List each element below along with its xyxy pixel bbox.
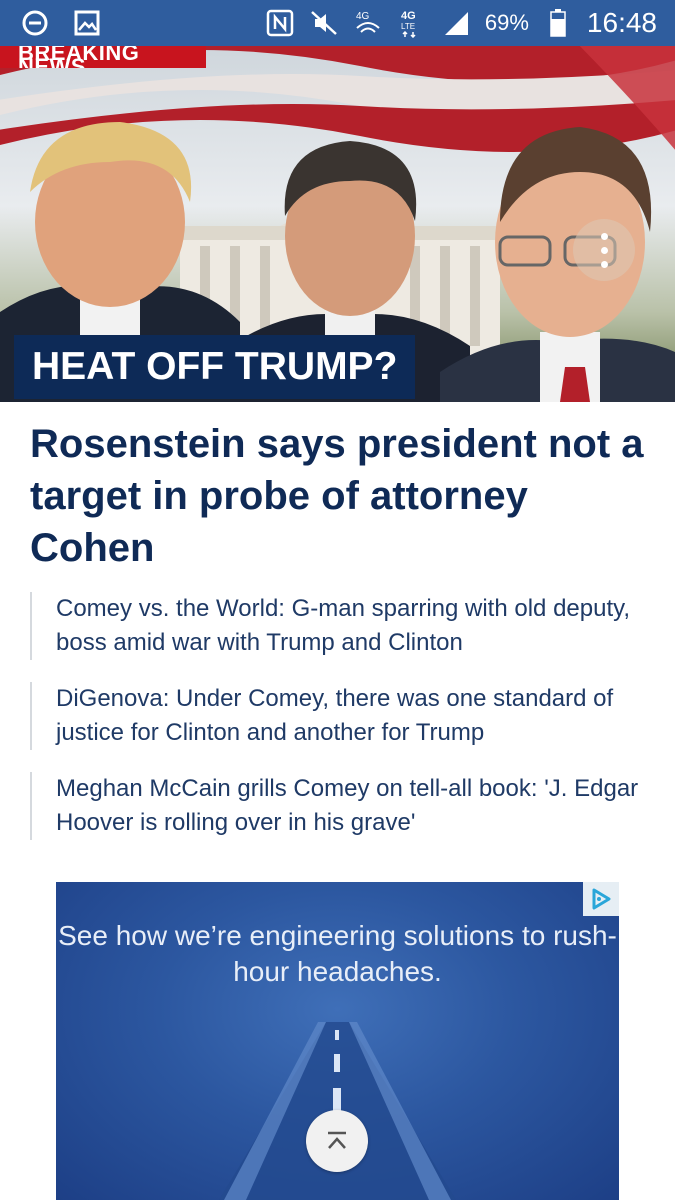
image-icon	[72, 8, 102, 38]
article-headline[interactable]: Rosenstein says president not a target i…	[30, 418, 650, 574]
svg-text:4G: 4G	[401, 10, 416, 22]
battery-percent: 69%	[484, 10, 529, 35]
minus-circle-icon	[20, 8, 50, 38]
clock: 16:48	[586, 7, 657, 38]
more-options-button[interactable]	[573, 219, 635, 281]
nfc-icon	[265, 8, 295, 38]
breaking-news-label: BREAKING NEWS	[0, 46, 206, 68]
signal-icon	[441, 8, 471, 38]
more-dot-icon	[600, 246, 608, 254]
related-link[interactable]: Meghan McCain grills Comey on tell-all b…	[30, 772, 640, 840]
related-links: Comey vs. the World: G-man sparring with…	[30, 592, 640, 862]
related-link[interactable]: Comey vs. the World: G-man sparring with…	[30, 592, 640, 660]
person-right-image	[440, 127, 675, 402]
wifi-4g-icon: 4G	[353, 8, 383, 38]
battery-icon	[543, 8, 573, 38]
svg-text:LTE: LTE	[401, 22, 415, 31]
more-dot-icon	[600, 232, 608, 240]
lte-icon: 4G LTE	[397, 8, 427, 38]
related-link[interactable]: DiGenova: Under Comey, there was one sta…	[30, 682, 640, 750]
hero-caption: HEAT OFF TRUMP?	[14, 335, 416, 399]
mute-icon	[309, 8, 339, 38]
hero-image[interactable]: BREAKING NEWS HEAT OFF TRUMP?	[0, 46, 675, 402]
more-dot-icon	[600, 260, 608, 268]
scroll-to-top-button[interactable]	[306, 1110, 368, 1172]
adchoices-icon[interactable]	[583, 882, 619, 916]
svg-text:4G: 4G	[356, 11, 370, 22]
ad-text: See how we’re engineering solutions to r…	[58, 920, 617, 987]
scroll-to-top-icon	[328, 1131, 346, 1149]
status-bar: 4G 4G LTE 69% 16:48	[0, 0, 675, 46]
